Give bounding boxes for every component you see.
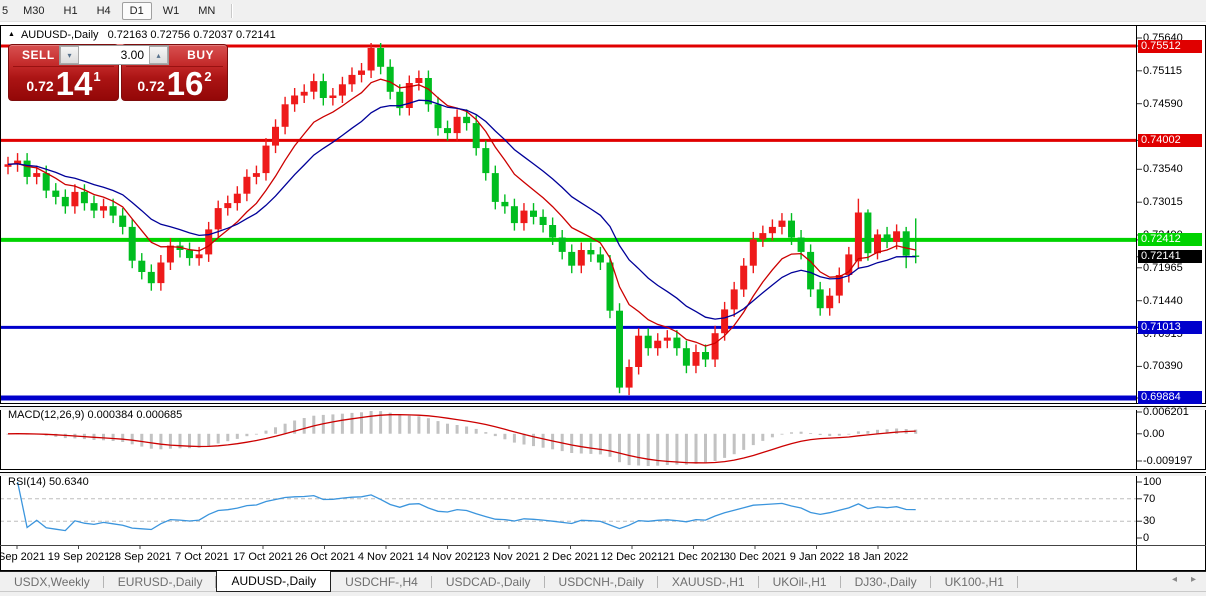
price-tick-label: 0.71965 (1143, 262, 1205, 274)
timeframe-button-5[interactable]: 5 (0, 2, 12, 20)
chart-symbol-label: AUDUSD-,Daily (21, 29, 99, 41)
timeframe-button-w1[interactable]: W1 (155, 2, 188, 20)
chart-tab-usdchf-h4[interactable]: USDCHF-,H4 (331, 572, 432, 592)
price-tick-label: 0.73540 (1143, 163, 1205, 175)
sell-price-pip: 1 (93, 69, 100, 84)
volume-spinner: ▾ ▴ (59, 45, 169, 65)
price-tick-label: 0.75115 (1143, 65, 1205, 77)
sell-price-prefix: 0.72 (26, 78, 53, 94)
volume-increase-button[interactable]: ▴ (149, 46, 168, 64)
timeframe-toolbar: 5M30H1H4D1W1MN (0, 0, 1206, 22)
indicator-axis-label: 100 (1143, 476, 1205, 488)
buy-price-big: 16 (167, 69, 204, 99)
status-strip (0, 591, 1206, 596)
rsi-pane-splitter[interactable] (0, 469, 1206, 476)
chart-tab-usdcnh-daily[interactable]: USDCNH-,Daily (545, 572, 658, 592)
sell-price-button[interactable]: 0.72 14 1 (9, 67, 118, 100)
tab-scroll-right-icon[interactable]: ▸ (1191, 574, 1196, 585)
price-level-label: 0.69884 (1138, 391, 1202, 404)
chart-tab-bar: USDX,WeeklyEURUSD-,DailyAUDUSD-,DailyUSD… (0, 571, 1206, 592)
chart-tab-dj30-daily[interactable]: DJ30-,Daily (841, 572, 931, 592)
rsi-label: RSI(14) 50.6340 (8, 476, 89, 488)
indicator-axis-label: -0.009197 (1143, 455, 1205, 467)
time-axis-border (0, 545, 1206, 546)
price-level-label: 0.72412 (1138, 233, 1202, 246)
sell-price-big: 14 (56, 69, 93, 99)
indicator-axis-label: 0 (1143, 532, 1205, 544)
mt4-window: 5M30H1H4D1W1MN ▲ AUDUSD-,Daily 0.72163 0.7… (0, 0, 1206, 596)
buy-price-pip: 2 (204, 69, 211, 84)
tab-scroll-left-icon[interactable]: ◂ (1172, 574, 1177, 585)
price-tick-label: 0.70390 (1143, 360, 1205, 372)
volume-decrease-button[interactable]: ▾ (60, 46, 79, 64)
time-axis-label: 18 Jan 2022 (841, 551, 915, 563)
timeframe-button-m30[interactable]: M30 (15, 2, 52, 20)
price-level-label: 0.71013 (1138, 321, 1202, 334)
price-axis-border (1136, 25, 1137, 570)
chart-plot-area[interactable] (1, 26, 1136, 545)
buy-price-prefix: 0.72 (137, 78, 164, 94)
timeframe-button-d1[interactable]: D1 (122, 2, 152, 20)
chart-title: ▲ AUDUSD-,Daily 0.72163 0.72756 0.72037 0.… (8, 29, 276, 41)
chart-tab-usdx-weekly[interactable]: USDX,Weekly (0, 572, 104, 592)
current-price-label: 0.72141 (1138, 250, 1202, 263)
indicator-axis-label: 70 (1143, 493, 1205, 505)
price-tick-label: 0.74590 (1143, 98, 1205, 110)
macd-label: MACD(12,26,9) 0.000384 0.000685 (8, 409, 182, 421)
buy-button[interactable]: BUY (187, 48, 214, 62)
indicator-axis-label: 30 (1143, 515, 1205, 527)
timeframe-button-mn[interactable]: MN (190, 2, 223, 20)
chart-tab-xauusd-h1[interactable]: XAUUSD-,H1 (658, 572, 759, 592)
chart-ohlc-values: 0.72163 0.72756 0.72037 0.72141 (108, 29, 276, 41)
price-tick-label: 0.71440 (1143, 295, 1205, 307)
price-tick-label: 0.73015 (1143, 196, 1205, 208)
collapse-arrow-icon[interactable]: ▲ (8, 31, 15, 38)
indicator-axis-label: 0.00 (1143, 428, 1205, 440)
sell-button[interactable]: SELL (22, 48, 55, 62)
timeframe-button-h4[interactable]: H4 (89, 2, 119, 20)
indicator-axis-label: 0.006201 (1143, 406, 1205, 418)
chart-tab-eurusd-daily[interactable]: EURUSD-,Daily (104, 572, 217, 592)
buy-price-button[interactable]: 0.72 16 2 (122, 67, 227, 100)
chart-tab-uk100-h1[interactable]: UK100-,H1 (931, 572, 1018, 592)
price-level-label: 0.74002 (1138, 134, 1202, 147)
chart-tab-audusd-daily[interactable]: AUDUSD-,Daily (216, 571, 331, 592)
volume-input[interactable] (79, 46, 149, 64)
chart-tab-usdcad-daily[interactable]: USDCAD-,Daily (432, 572, 545, 592)
toolbar-separator (231, 4, 233, 18)
timeframe-button-h1[interactable]: H1 (56, 2, 86, 20)
price-level-label: 0.75512 (1138, 40, 1202, 53)
chart-tab-ukoil-h1[interactable]: UKOil-,H1 (759, 572, 841, 592)
